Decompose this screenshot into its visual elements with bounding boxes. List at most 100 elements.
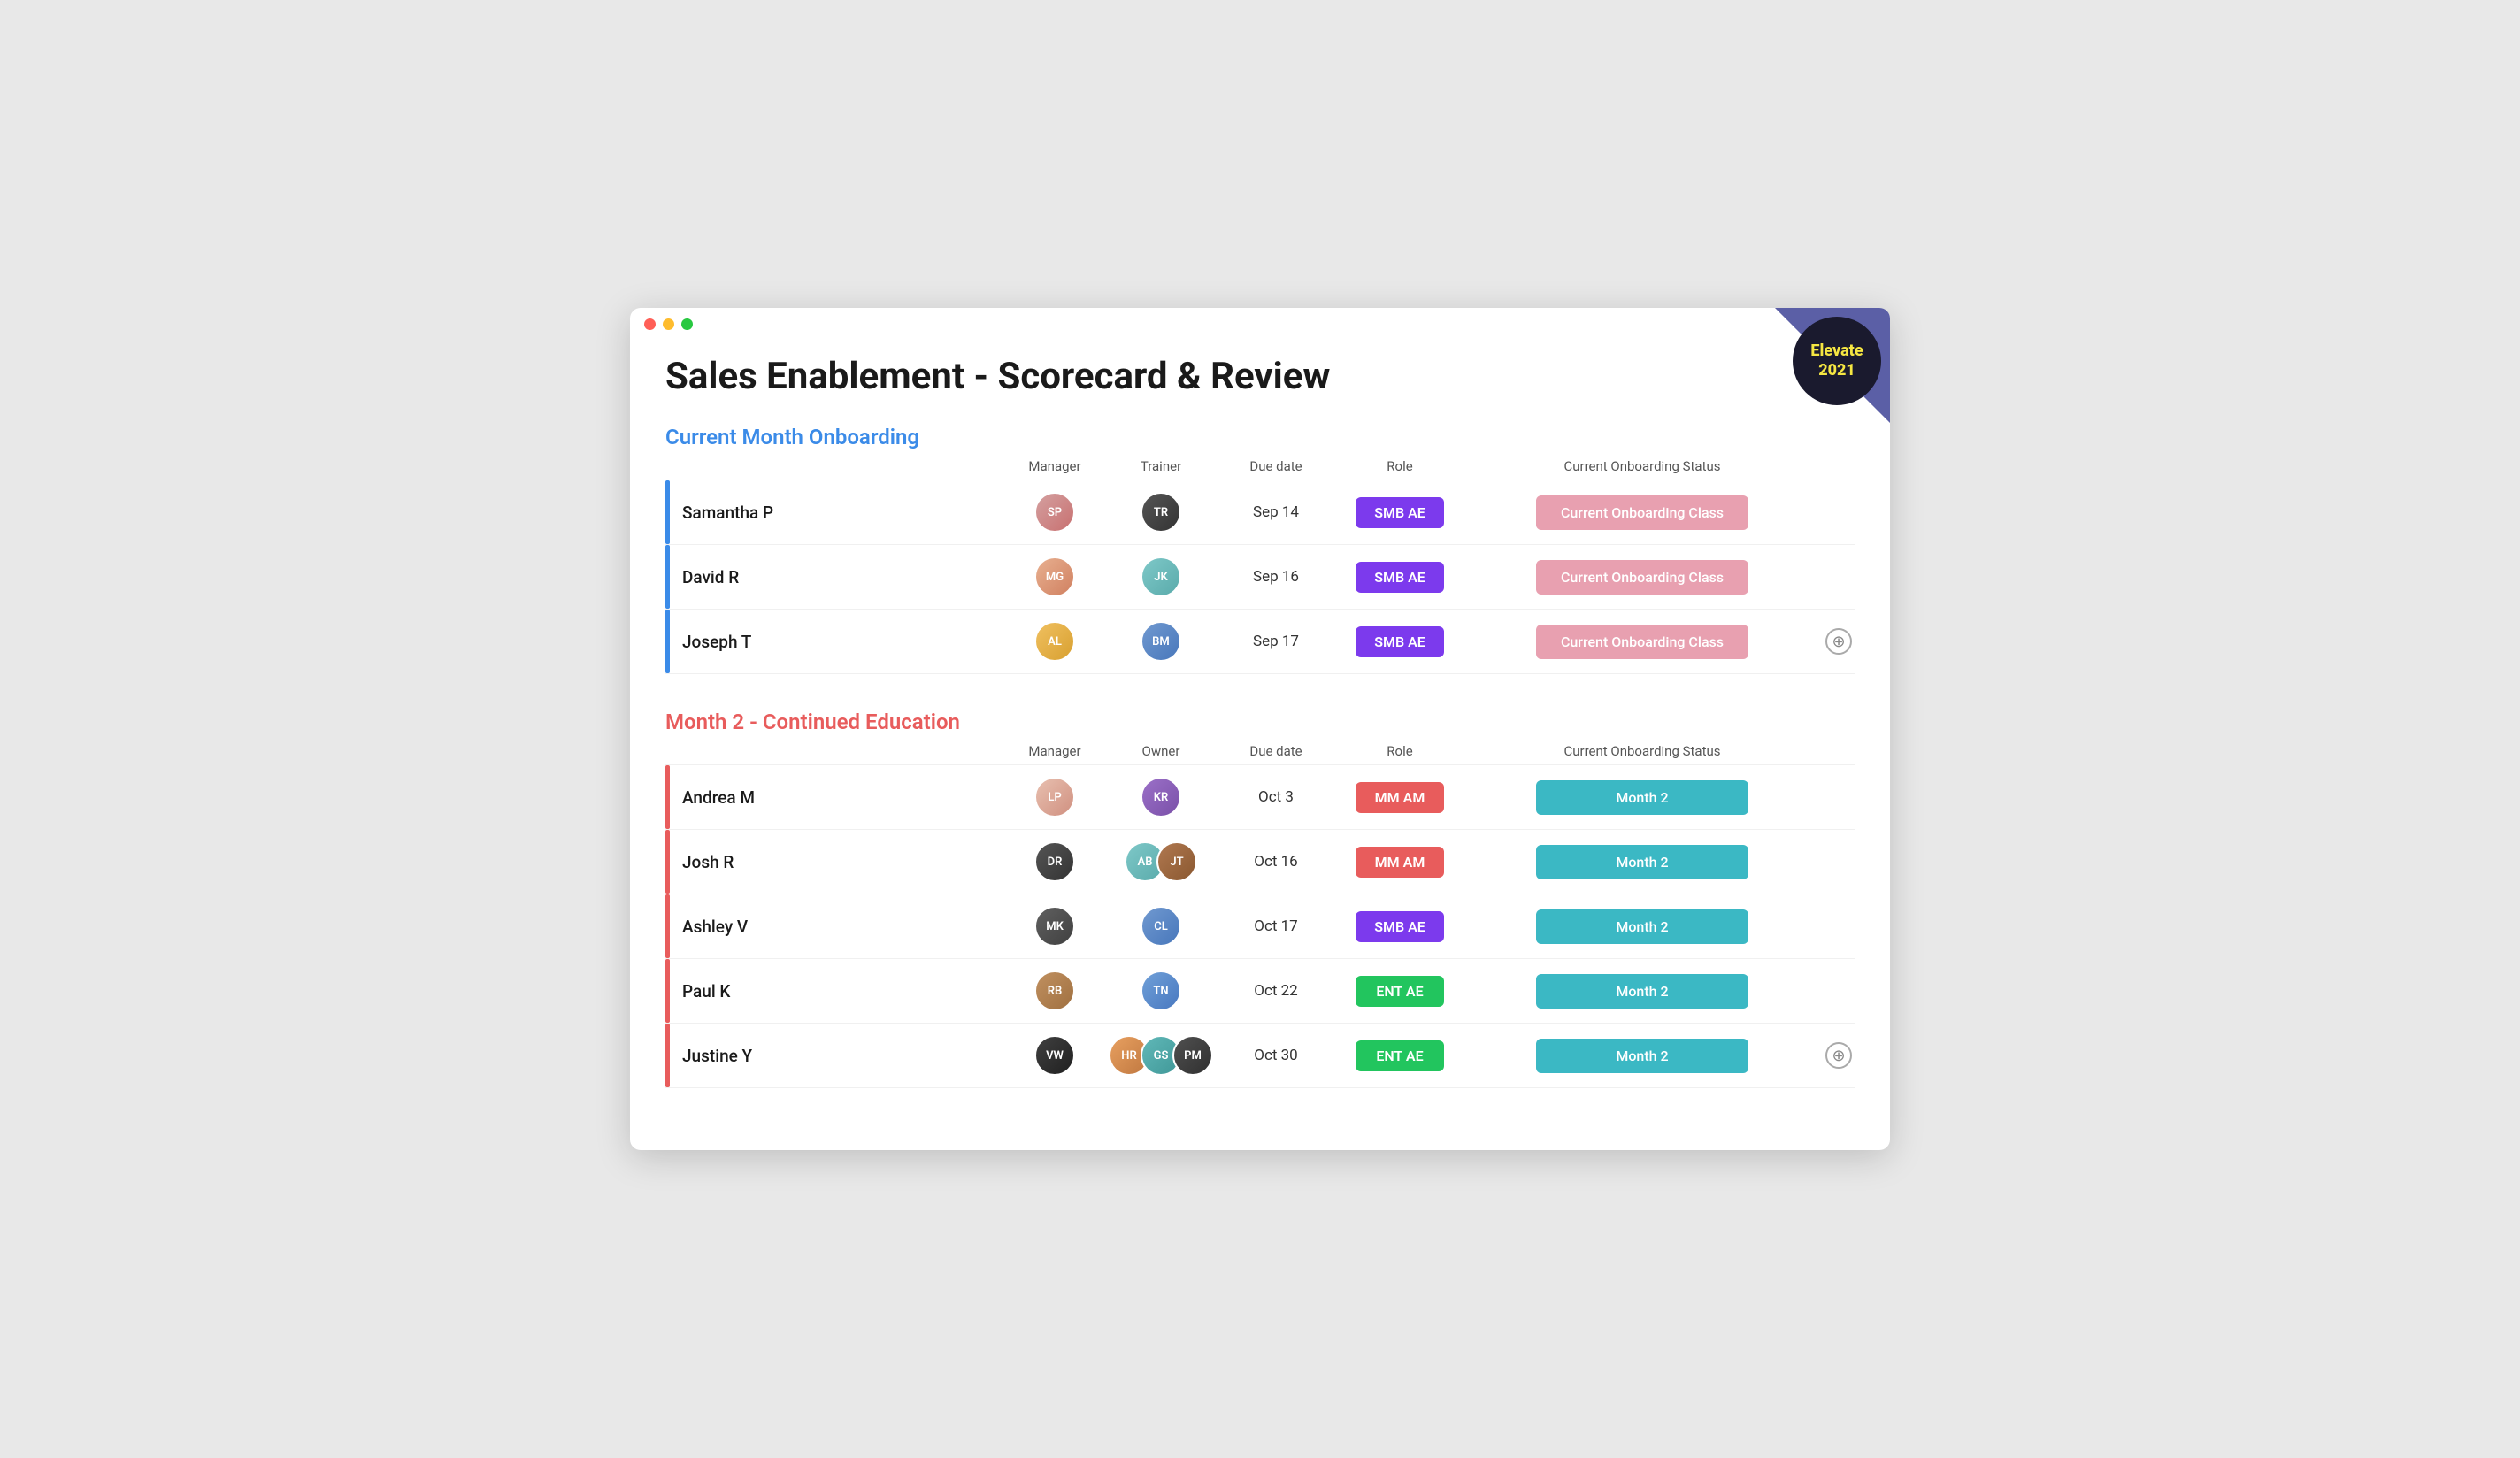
owner-avatar-cell: CL (1108, 906, 1214, 947)
row-name-paul: Paul K (665, 959, 1002, 1023)
trainer-avatar-cell: BM (1108, 621, 1214, 662)
trainer-avatar-cell: TR (1108, 492, 1214, 533)
avatar: VW (1034, 1035, 1075, 1076)
role-badge: SMB AE (1356, 626, 1444, 657)
owner-avatar-cell: HR GS PM (1108, 1035, 1214, 1076)
avatar: DR (1034, 841, 1075, 882)
status-badge: Current Onboarding Class (1536, 560, 1748, 595)
table-row: Josh R DR AB JT Oct 16 MM AM Month 2 (665, 829, 1855, 894)
status-cell: Current Onboarding Class (1462, 560, 1823, 595)
due-date: Oct 16 (1214, 853, 1338, 871)
due-date: Oct 30 (1214, 1047, 1338, 1064)
section1-table: Manager Trainer Due date Role Current On… (665, 458, 1855, 674)
due-date: Oct 22 (1214, 982, 1338, 1000)
add-button[interactable]: ⊕ (1825, 628, 1852, 655)
row-name-samantha: Samantha P (665, 480, 1002, 544)
role-badge-cell: MM AM (1338, 847, 1462, 878)
close-dot[interactable] (644, 318, 656, 330)
col-role: Role (1338, 743, 1462, 759)
section1-title: Current Month Onboarding (665, 425, 919, 449)
col-due: Due date (1214, 458, 1338, 474)
row-border (665, 610, 670, 673)
manager-avatar-cell: RB (1002, 971, 1108, 1011)
due-date: Oct 3 (1214, 788, 1338, 806)
col-owner: Owner (1108, 743, 1214, 759)
avatar: TN (1141, 971, 1181, 1011)
manager-avatar-cell: VW (1002, 1035, 1108, 1076)
avatar: RB (1034, 971, 1075, 1011)
avatar: TR (1141, 492, 1181, 533)
table-row: Ashley V MK CL Oct 17 SMB AE Month 2 (665, 894, 1855, 958)
row-border (665, 765, 670, 829)
maximize-dot[interactable] (681, 318, 693, 330)
role-badge-cell: SMB AE (1338, 497, 1462, 528)
role-badge: SMB AE (1356, 911, 1444, 942)
table-row: Samantha P SP TR Sep 14 SMB AE Current O… (665, 480, 1855, 544)
status-badge: Month 2 (1536, 909, 1748, 944)
role-badge: ENT AE (1356, 976, 1444, 1007)
manager-avatar-cell: LP (1002, 777, 1108, 817)
due-date: Sep 17 (1214, 633, 1338, 650)
page-title: Sales Enablement - Scorecard & Review (665, 355, 1855, 398)
row-name-josh: Josh R (665, 830, 1002, 894)
col-trainer: Trainer (1108, 458, 1214, 474)
minimize-dot[interactable] (663, 318, 674, 330)
row-border (665, 959, 670, 1023)
status-cell: Current Onboarding Class (1462, 495, 1823, 530)
add-button[interactable]: ⊕ (1825, 1042, 1852, 1069)
row-name-david: David R (665, 545, 1002, 609)
status-cell: Month 2 (1462, 909, 1823, 944)
status-badge: Current Onboarding Class (1536, 625, 1748, 659)
col-manager: Manager (1002, 743, 1108, 759)
manager-avatar-cell: SP (1002, 492, 1108, 533)
status-badge: Month 2 (1536, 974, 1748, 1009)
section2-title: Month 2 - Continued Education (665, 710, 960, 734)
due-date: Oct 17 (1214, 917, 1338, 935)
manager-avatar-cell: DR (1002, 841, 1108, 882)
row-name-andrea: Andrea M (665, 765, 1002, 829)
status-cell: Month 2 (1462, 974, 1823, 1009)
status-badge: Month 2 (1536, 845, 1748, 879)
trainer-avatar-cell: JK (1108, 556, 1214, 597)
avatar: KR (1141, 777, 1181, 817)
main-window: Elevate 2021 Sales Enablement - Scorecar… (630, 308, 1890, 1150)
table-row: Justine Y VW HR GS PM Oct 30 ENT AE (665, 1023, 1855, 1088)
manager-avatar-cell: AL (1002, 621, 1108, 662)
avatar: JT (1156, 841, 1197, 882)
manager-avatar-cell: MG (1002, 556, 1108, 597)
status-badge: Month 2 (1536, 1039, 1748, 1073)
col-status: Current Onboarding Status (1462, 458, 1823, 474)
role-badge: SMB AE (1356, 562, 1444, 593)
role-badge-cell: ENT AE (1338, 976, 1462, 1007)
row-border (665, 894, 670, 958)
owner-avatar-cell: TN (1108, 971, 1214, 1011)
role-badge: MM AM (1356, 847, 1444, 878)
due-date: Sep 16 (1214, 568, 1338, 586)
role-badge-cell: SMB AE (1338, 562, 1462, 593)
row-name-joseph: Joseph T (665, 610, 1002, 673)
avatar: PM (1172, 1035, 1213, 1076)
role-badge: ENT AE (1356, 1040, 1444, 1071)
avatar: CL (1141, 906, 1181, 947)
role-badge-cell: SMB AE (1338, 626, 1462, 657)
section2-col-headers: Manager Owner Due date Role Current Onbo… (665, 743, 1855, 764)
row-name-justine: Justine Y (665, 1024, 1002, 1087)
row-border (665, 1024, 670, 1087)
avatar: JK (1141, 556, 1181, 597)
avatar: BM (1141, 621, 1181, 662)
table-row: Joseph T AL BM Sep 17 SMB AE Current Onb… (665, 609, 1855, 674)
section-month2: Month 2 - Continued Education Manager Ow… (665, 710, 1855, 1088)
due-date: Sep 14 (1214, 503, 1338, 521)
title-bar (630, 308, 1890, 337)
manager-avatar-cell: MK (1002, 906, 1108, 947)
status-cell: Month 2 (1462, 845, 1823, 879)
col-role: Role (1338, 458, 1462, 474)
role-badge-cell: MM AM (1338, 782, 1462, 813)
col-due: Due date (1214, 743, 1338, 759)
role-badge: MM AM (1356, 782, 1444, 813)
status-badge: Month 2 (1536, 780, 1748, 815)
role-badge: SMB AE (1356, 497, 1444, 528)
col-status: Current Onboarding Status (1462, 743, 1823, 759)
avatar: MK (1034, 906, 1075, 947)
section2-table: Manager Owner Due date Role Current Onbo… (665, 743, 1855, 1088)
